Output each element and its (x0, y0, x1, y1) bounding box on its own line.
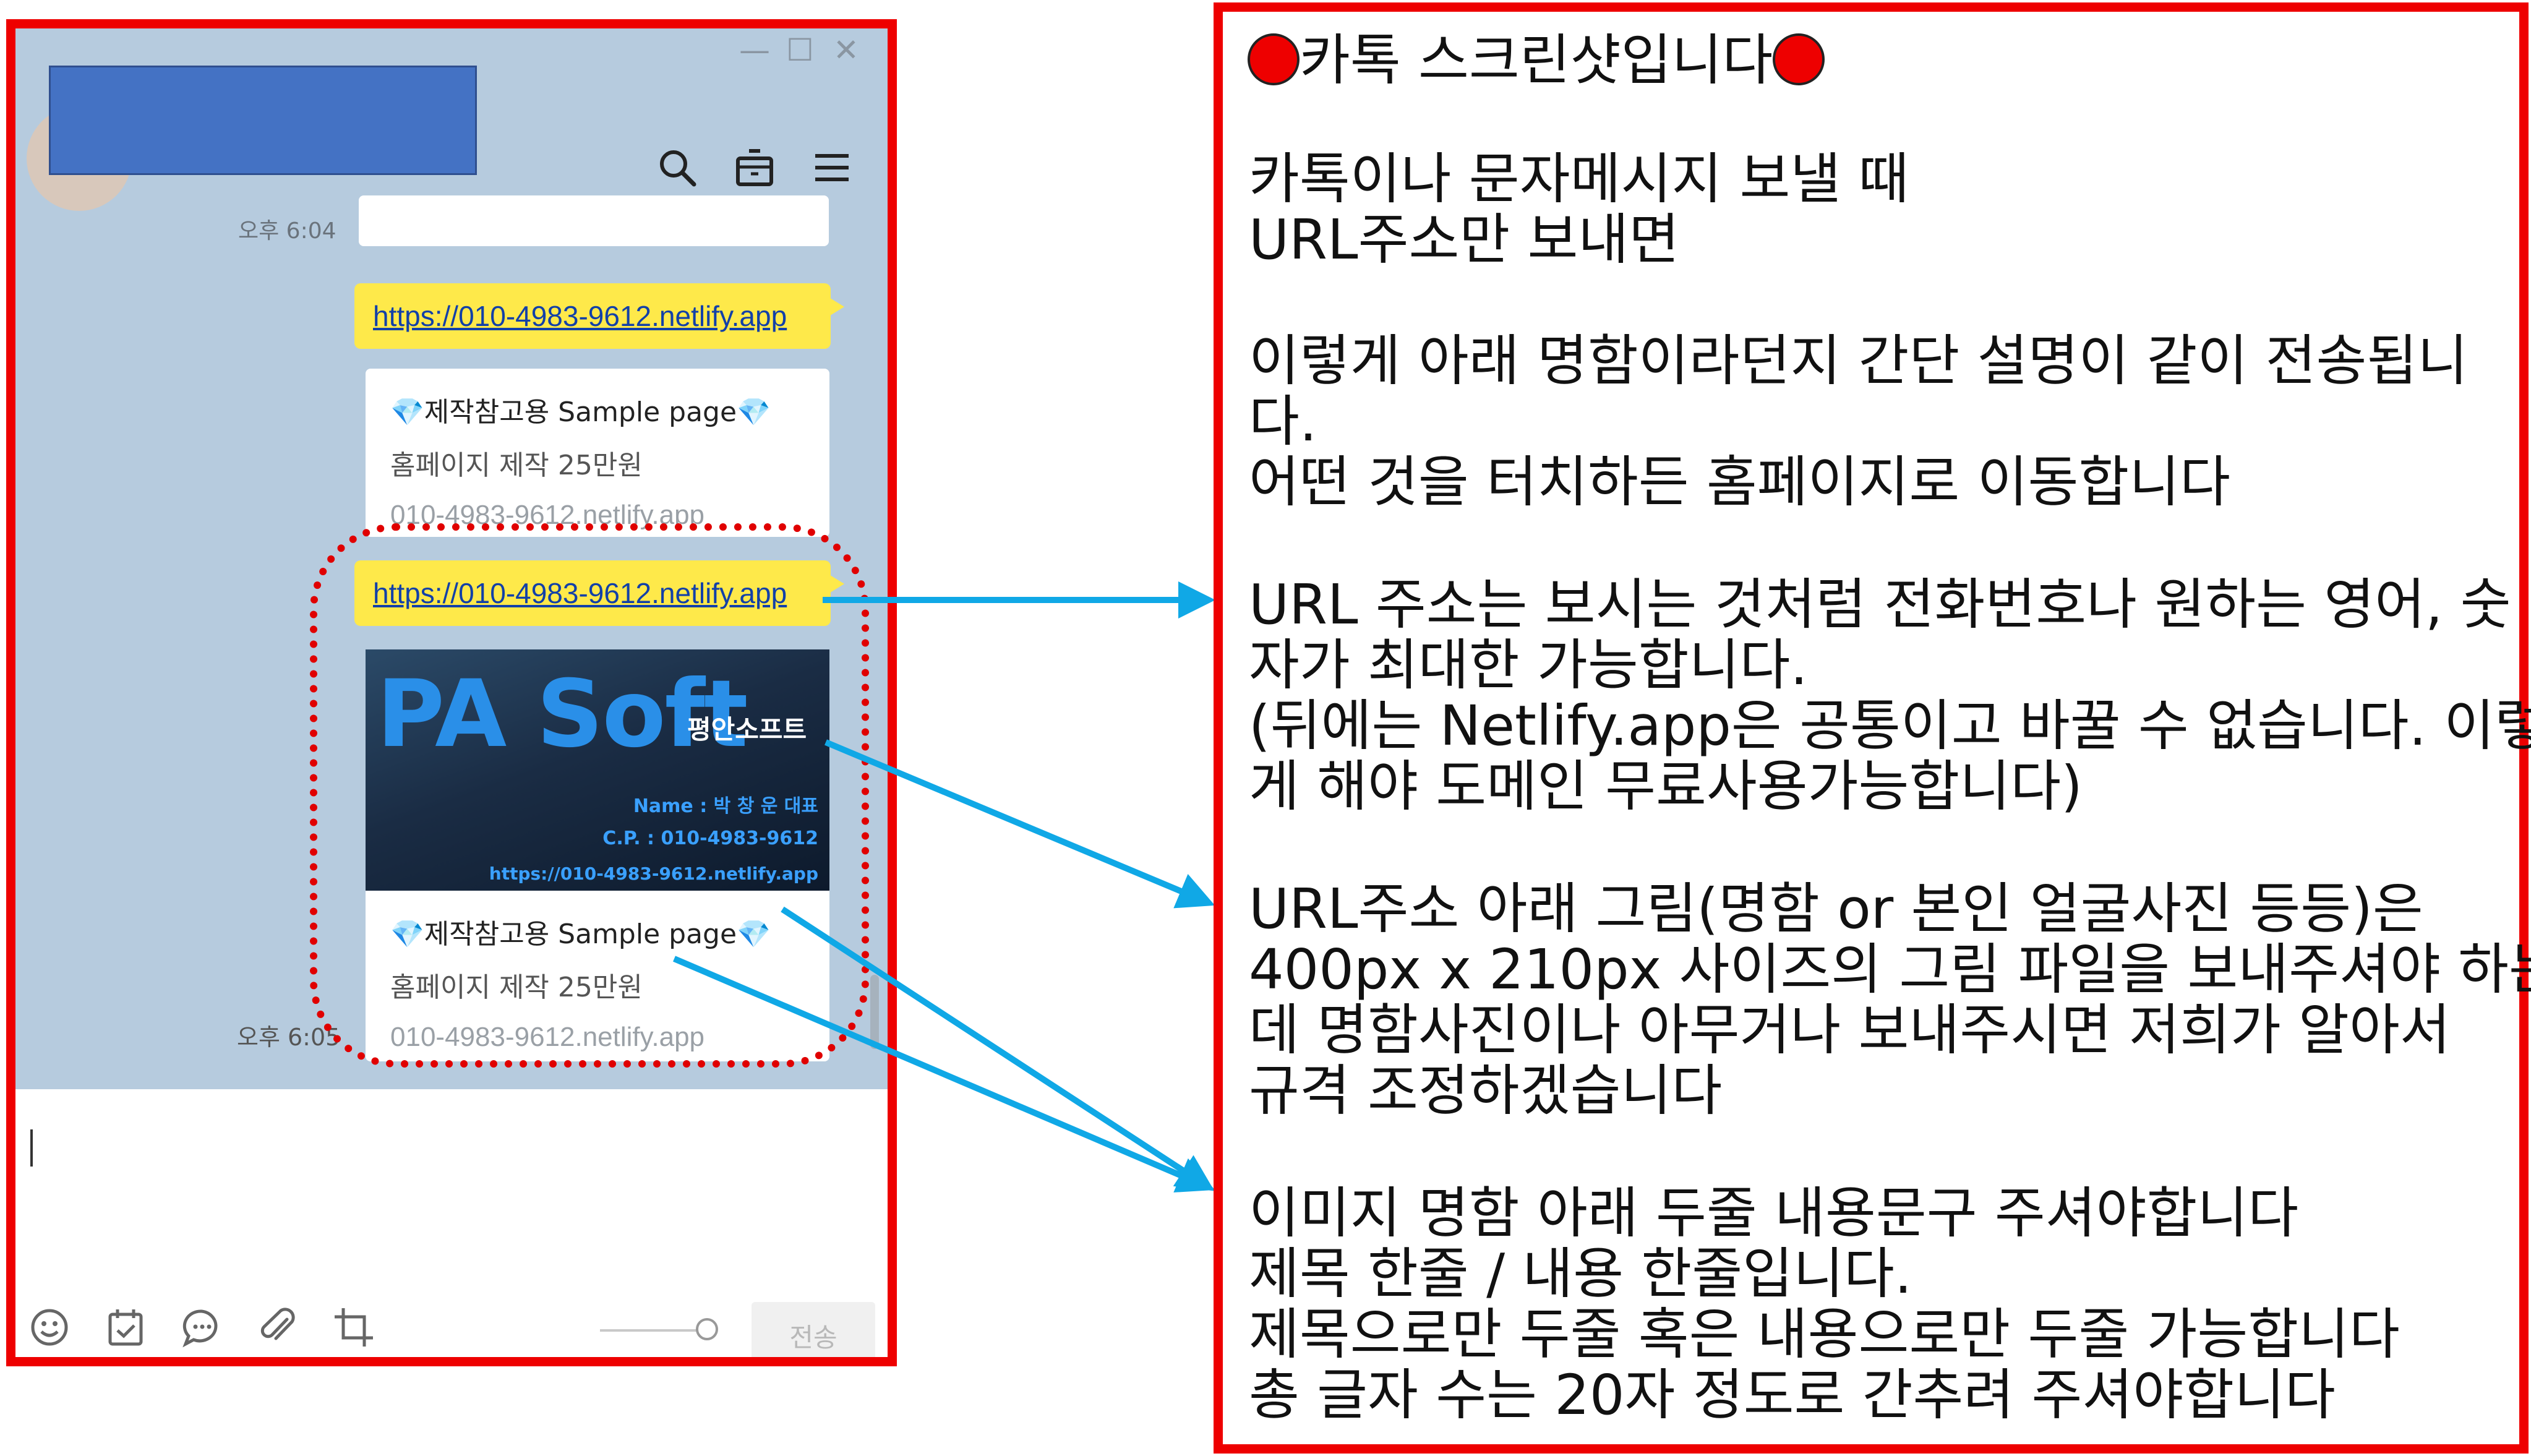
explanation-line: (뒤에는 Netlify.app은 공통이고 바꿀 수 없습니다. 이렇 (1249, 693, 2531, 758)
arrow-title (781, 906, 1215, 1191)
explanation-line: 카톡이나 문자메시지 보낼 때 (1249, 147, 1909, 211)
explanation-line: 총 글자 수는 20자 정도로 간추려 주셔야합니다 (1249, 1363, 2336, 1427)
explanation-line: 게 해야 도메인 무료사용가능합니다) (1249, 754, 2083, 818)
explanation-line: 제목으로만 두줄 혹은 내용으로만 두줄 가능합니다 (1249, 1302, 2400, 1366)
red-circle-icon (1248, 33, 1300, 85)
arrow-desc (673, 956, 1215, 1193)
explanation-line: URL주소 아래 그림(명함 or 본인 얼굴사진 등등)은 (1249, 876, 2423, 941)
explanation-line: 데 명함사진이나 아무거나 보내주시면 저희가 알아서 (1249, 998, 2451, 1062)
explanation-line: 자가 최대한 가능합니다. (1249, 633, 1808, 697)
red-circle-icon (1773, 33, 1825, 85)
explanation-line: 규격 조정하겠습니다 (1249, 1058, 1723, 1123)
explanation-title-line: 카톡 스크린샷입니다 (1248, 33, 1825, 88)
explanation-line: URL 주소는 보시는 것처럼 전화번호나 원하는 영어, 숫 (1249, 572, 2511, 636)
explanation-line: 제목 한줄 / 내용 한줄입니다. (1249, 1241, 1912, 1306)
explanation-panel: 카톡 스크린샷입니다 카톡이나 문자메시지 보낼 때 URL주소만 보내면 이렇… (1214, 2, 2531, 1454)
explanation-line: 이미지 명함 아래 두줄 내용문구 주셔야합니다 (1249, 1181, 2299, 1245)
arrow-image (824, 739, 1215, 909)
explanation-title: 카톡 스크린샷입니다 (1300, 28, 1773, 92)
explanation-line: 이렇게 아래 명함이라던지 간단 설명이 같이 전송됩니 (1249, 328, 2469, 393)
explanation-line: 400px x 210px 사이즈의 그림 파일을 보내주셔야 하는 (1249, 937, 2531, 1001)
explanation-line: 어떤 것을 터치하든 홈페이지로 이동합니다 (1249, 450, 2231, 514)
explanation-line: URL주소만 보내면 (1249, 207, 1680, 272)
explanation-line: 다. (1249, 389, 1317, 453)
